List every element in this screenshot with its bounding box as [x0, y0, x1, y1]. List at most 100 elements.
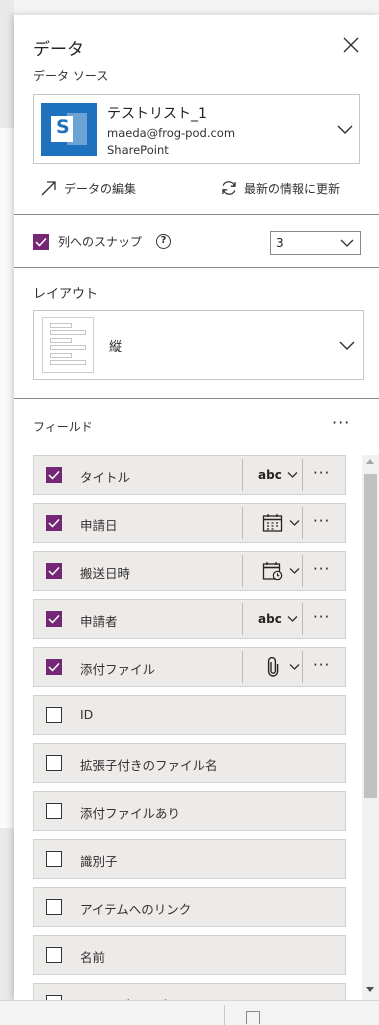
field-more-button[interactable]: ···: [313, 656, 330, 674]
field-more-button[interactable]: ···: [313, 560, 330, 578]
vertical-layout-icon: [42, 317, 94, 373]
field-row[interactable]: 添付ファイルあり: [33, 791, 346, 831]
field-label: 申請者: [80, 614, 118, 629]
field-list: タイトル abc ··· 申請日 ··· 搬送日時 ··· 申請者 abc ··· 添付ファイル ··…: [33, 455, 346, 1000]
layout-selector[interactable]: 縦: [33, 310, 364, 380]
control-separator: [242, 555, 243, 587]
control-separator: [302, 555, 303, 587]
field-row[interactable]: 添付ファイル ···: [33, 647, 346, 687]
refresh-label: 最新の情報に更新: [244, 181, 341, 196]
field-row[interactable]: 拡張子付きのファイル名: [33, 743, 346, 783]
field-checkbox[interactable]: [46, 803, 62, 819]
scrollbar[interactable]: [362, 455, 379, 1000]
control-separator: [242, 651, 243, 683]
control-type-dropdown[interactable]: abc: [248, 609, 300, 629]
fields-more-button[interactable]: ···: [332, 413, 350, 432]
field-more-button[interactable]: ···: [313, 464, 330, 482]
field-label: アイテムへのリンク: [80, 902, 192, 917]
data-source-name: テストリスト_1: [107, 106, 207, 122]
field-checkbox[interactable]: [46, 515, 62, 531]
sharepoint-icon: S: [41, 103, 97, 156]
scroll-up-icon[interactable]: [366, 459, 374, 464]
data-panel: データ データ ソース S テストリスト_1 maeda@frog-pod.co…: [14, 15, 379, 1000]
snap-label: 列へのスナップ: [58, 235, 143, 249]
data-source-type: SharePoint: [107, 143, 169, 157]
layout-value: 縦: [109, 340, 123, 355]
control-separator: [242, 603, 243, 635]
control-type-dropdown[interactable]: [248, 657, 300, 677]
field-row[interactable]: アイテムへのリンク: [33, 887, 346, 927]
control-type-dropdown[interactable]: [248, 513, 300, 533]
control-type-dropdown[interactable]: abc: [248, 465, 300, 485]
field-checkbox[interactable]: [46, 611, 62, 627]
field-row[interactable]: フォルダーのパス: [33, 983, 346, 1000]
canvas-edge: [0, 0, 14, 1024]
field-checkbox[interactable]: [46, 851, 62, 867]
field-label: 名前: [80, 950, 106, 965]
field-row[interactable]: 搬送日時 ···: [33, 551, 346, 591]
refresh-button[interactable]: 最新の情報に更新: [220, 179, 340, 197]
chevron-down-icon: [340, 239, 354, 247]
field-row[interactable]: 申請者 abc ···: [33, 599, 346, 639]
field-label: 拡張子付きのファイル名: [80, 758, 218, 773]
text-icon: abc: [258, 468, 282, 482]
bottom-bar: [0, 1000, 379, 1025]
panel-title: データ: [33, 40, 84, 60]
field-more-button[interactable]: ···: [313, 608, 330, 626]
field-row[interactable]: 申請日 ···: [33, 503, 346, 543]
scroll-thumb[interactable]: [364, 474, 377, 798]
field-row[interactable]: タイトル abc ···: [33, 455, 346, 495]
layout-label: レイアウト: [33, 287, 99, 302]
divider: [14, 214, 379, 215]
field-label: 添付ファイルあり: [80, 806, 181, 821]
field-checkbox[interactable]: [46, 899, 62, 915]
field-label: 申請日: [80, 518, 118, 533]
canvas-edge-panel: [0, 128, 14, 828]
control-type-dropdown[interactable]: [248, 561, 300, 581]
arrow-up-right-icon: [41, 181, 56, 196]
divider: [14, 267, 379, 268]
calendar-clock-icon: [262, 561, 284, 581]
field-label: タイトル: [80, 470, 131, 485]
field-more-button[interactable]: ···: [313, 512, 330, 530]
field-row[interactable]: 識別子: [33, 839, 346, 879]
divider: [14, 398, 379, 399]
field-checkbox[interactable]: [46, 659, 62, 675]
field-label: 搬送日時: [80, 566, 131, 581]
scroll-down-icon[interactable]: [366, 987, 374, 992]
field-checkbox[interactable]: [46, 947, 62, 963]
refresh-icon: [222, 181, 236, 195]
edit-data-link[interactable]: データの編集: [40, 179, 136, 197]
paperclip-icon: [262, 657, 284, 677]
data-source-email: maeda@frog-pod.com: [107, 126, 236, 140]
control-separator: [242, 459, 243, 491]
control-separator: [242, 507, 243, 539]
columns-dropdown[interactable]: 3: [270, 231, 361, 255]
data-source-selector[interactable]: S テストリスト_1 maeda@frog-pod.com SharePoint: [33, 94, 360, 164]
top-bar: [0, 0, 379, 15]
snap-checkbox[interactable]: [33, 233, 49, 250]
control-separator: [302, 459, 303, 491]
field-row[interactable]: 名前: [33, 935, 346, 975]
snap-to-columns-row: 列へのスナップ ?: [33, 233, 172, 250]
field-checkbox[interactable]: [46, 563, 62, 579]
edit-data-label: データの編集: [64, 181, 137, 196]
data-source-label: データ ソース: [33, 69, 109, 83]
field-label: ID: [80, 707, 94, 722]
control-separator: [302, 651, 303, 683]
fields-label: フィールド: [33, 420, 93, 434]
field-row[interactable]: ID: [33, 695, 346, 735]
close-icon[interactable]: [340, 34, 362, 56]
chevron-down-icon: [338, 337, 356, 359]
calendar-icon: [262, 513, 284, 533]
field-checkbox[interactable]: [46, 707, 62, 723]
sharepoint-logo-letter: S: [56, 116, 70, 138]
text-icon: abc: [258, 612, 282, 626]
field-checkbox[interactable]: [46, 755, 62, 771]
help-icon[interactable]: ?: [156, 234, 172, 249]
field-label: 添付ファイル: [80, 662, 156, 677]
field-checkbox[interactable]: [46, 467, 62, 483]
columns-value: 3: [276, 236, 284, 250]
page-icon: [246, 1011, 260, 1024]
chevron-down-icon: [336, 121, 354, 139]
